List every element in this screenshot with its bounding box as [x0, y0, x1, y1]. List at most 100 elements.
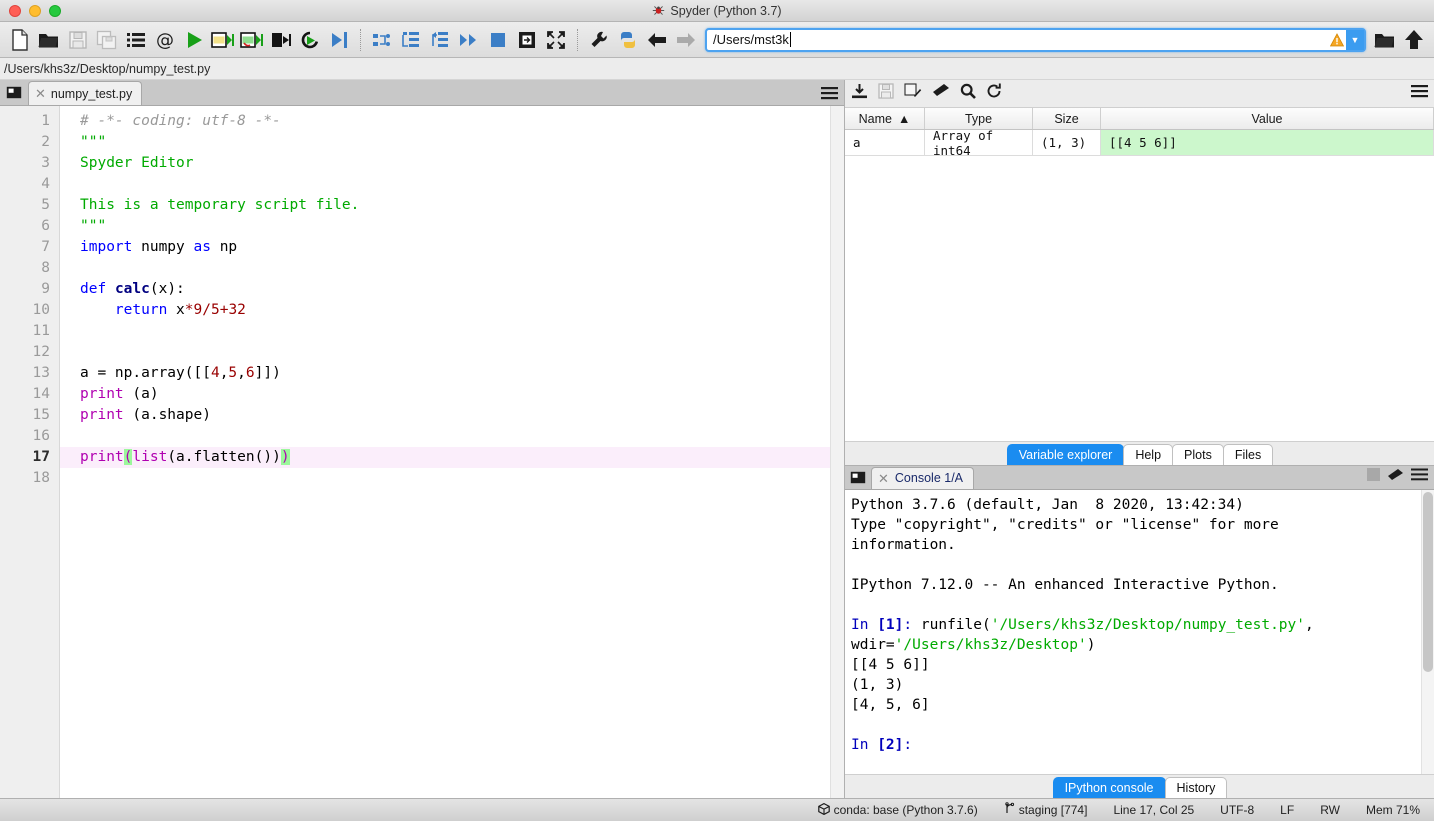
status-conda-label: conda: base (Python 3.7.6)	[833, 803, 978, 817]
column-header-value[interactable]: Value	[1101, 108, 1434, 129]
step-return-button[interactable]	[426, 25, 454, 55]
code-token: print	[80, 386, 124, 402]
code-token: This is a temporary script file.	[80, 197, 360, 213]
console-vertical-scrollbar[interactable]	[1421, 489, 1434, 774]
tab-help[interactable]: Help	[1123, 443, 1174, 465]
status-git-branch: staging [774]	[1004, 802, 1087, 818]
code-editor[interactable]: 1 2 3 4 5 6 7 8 9 10 11 12 13 14 15 16 1	[0, 106, 844, 798]
code-line[interactable]: """	[60, 216, 844, 237]
code-token: *	[184, 302, 194, 318]
code-line[interactable]: This is a temporary script file.	[60, 195, 844, 216]
parent-directory-button[interactable]	[1400, 25, 1428, 55]
tab-plots[interactable]: Plots	[1172, 443, 1224, 465]
search-variables-button[interactable]	[960, 83, 976, 104]
code-line[interactable]: print (a.shape)	[60, 405, 844, 426]
forward-button[interactable]	[672, 25, 700, 55]
preferences-button[interactable]	[585, 25, 613, 55]
editor-tab-numpy-test[interactable]: ✕ numpy_test.py	[28, 81, 143, 105]
tab-history[interactable]: History	[1164, 777, 1228, 798]
import-data-button[interactable]	[851, 83, 868, 105]
debug-file-button[interactable]	[325, 25, 353, 55]
cell-variable-value[interactable]: [[4 5 6]]	[1101, 130, 1434, 155]
run-selection-button[interactable]	[267, 25, 295, 55]
console-browse-tabs-button[interactable]	[845, 465, 871, 489]
tab-files[interactable]: Files	[1222, 443, 1274, 465]
maximize-pane-button[interactable]	[542, 25, 570, 55]
editor-vertical-scrollbar[interactable]	[830, 106, 844, 798]
save-file-button[interactable]	[64, 25, 92, 55]
run-cell-button[interactable]	[209, 25, 237, 55]
open-file-button[interactable]	[35, 25, 63, 55]
save-data-as-button[interactable]	[904, 83, 922, 104]
spyder-window: Spyder (Python 3.7) @ /Users/mst3k ▼ /Us…	[0, 0, 1434, 821]
code-line[interactable]: print(list(a.flatten()))	[60, 447, 844, 468]
code-line[interactable]	[60, 174, 844, 195]
path-dropdown-button[interactable]: ▼	[1346, 29, 1364, 50]
editor-options-button[interactable]	[821, 80, 844, 105]
path-input[interactable]: /Users/mst3k	[707, 32, 789, 47]
working-directory-path-bar[interactable]: /Users/mst3k ▼	[705, 27, 1366, 52]
path-bar-controls: ▼	[1328, 29, 1364, 50]
code-token: ]])	[254, 365, 281, 381]
code-line[interactable]: Spyder Editor	[60, 153, 844, 174]
editor-browse-tabs-button[interactable]	[0, 80, 28, 105]
close-icon[interactable]: ✕	[35, 87, 46, 100]
step-over-button[interactable]	[368, 25, 396, 55]
code-line[interactable]	[60, 468, 844, 489]
debug-config-button[interactable]	[513, 25, 541, 55]
code-line[interactable]: """	[60, 132, 844, 153]
code-line[interactable]: return x*9/5+32	[60, 300, 844, 321]
code-text-area[interactable]: # -*- coding: utf-8 -*- """ Spyder Editor …	[60, 106, 844, 798]
code-line[interactable]	[60, 258, 844, 279]
status-encoding: UTF-8	[1220, 803, 1255, 817]
console-token: ,	[1305, 616, 1314, 633]
stop-console-button[interactable]	[1367, 468, 1380, 486]
file-switcher-button[interactable]	[122, 25, 150, 55]
pythonpath-button[interactable]	[614, 25, 642, 55]
save-all-button[interactable]	[93, 25, 121, 55]
cell-variable-name[interactable]: a	[845, 130, 925, 155]
run-cell-advance-button[interactable]	[238, 25, 266, 55]
scrollbar-thumb[interactable]	[1423, 491, 1433, 672]
rerun-button[interactable]	[296, 25, 324, 55]
code-line[interactable]: def calc(x):	[60, 279, 844, 300]
table-row[interactable]: a Array of int64 (1, 3) [[4 5 6]]	[845, 128, 1434, 158]
remove-all-variables-button[interactable]	[932, 83, 950, 104]
line-number: 10	[32, 302, 50, 318]
column-header-type[interactable]: Type	[925, 108, 1033, 129]
code-line[interactable]: # -*- coding: utf-8 -*-	[60, 111, 844, 132]
console-line: [[4 5 6]]	[851, 655, 1434, 675]
browse-directory-button[interactable]	[1371, 25, 1399, 55]
new-file-button[interactable]	[6, 25, 34, 55]
tab-variable-explorer[interactable]: Variable explorer	[1006, 443, 1125, 465]
code-line[interactable]	[60, 426, 844, 447]
close-icon[interactable]: ✕	[878, 472, 889, 485]
save-data-button[interactable]	[878, 83, 894, 104]
status-eol: LF	[1280, 803, 1295, 817]
line-number: 2	[41, 134, 50, 150]
stop-debug-button[interactable]	[484, 25, 512, 55]
tab-ipython-console[interactable]: IPython console	[1052, 777, 1166, 798]
console-options-button[interactable]	[1411, 468, 1428, 486]
column-header-name[interactable]: Name ▲	[845, 108, 925, 129]
code-line[interactable]	[60, 342, 844, 363]
symbol-finder-button[interactable]: @	[151, 25, 179, 55]
code-line[interactable]: a = np.array([[4,5,6]])	[60, 363, 844, 384]
editor-pane: ✕ numpy_test.py 1 2 3 4 5 6 7 8 9 10 11 …	[0, 80, 845, 798]
refresh-variables-button[interactable]	[986, 83, 1002, 104]
console-tab-1a[interactable]: ✕ Console 1/A	[871, 466, 975, 489]
console-output[interactable]: Python 3.7.6 (default, Jan 8 2020, 13:42…	[845, 489, 1434, 774]
code-line[interactable]	[60, 321, 844, 342]
variable-explorer-options-button[interactable]	[1411, 84, 1428, 103]
code-line[interactable]: import numpy as np	[60, 237, 844, 258]
code-line[interactable]: print (a)	[60, 384, 844, 405]
step-into-button[interactable]	[397, 25, 425, 55]
run-file-button[interactable]	[180, 25, 208, 55]
console-line: Type "copyright", "credits" or "license"…	[851, 515, 1434, 535]
column-header-size[interactable]: Size	[1033, 108, 1101, 129]
back-button[interactable]	[643, 25, 671, 55]
continue-button[interactable]	[455, 25, 483, 55]
clear-console-button[interactable]	[1387, 468, 1404, 487]
